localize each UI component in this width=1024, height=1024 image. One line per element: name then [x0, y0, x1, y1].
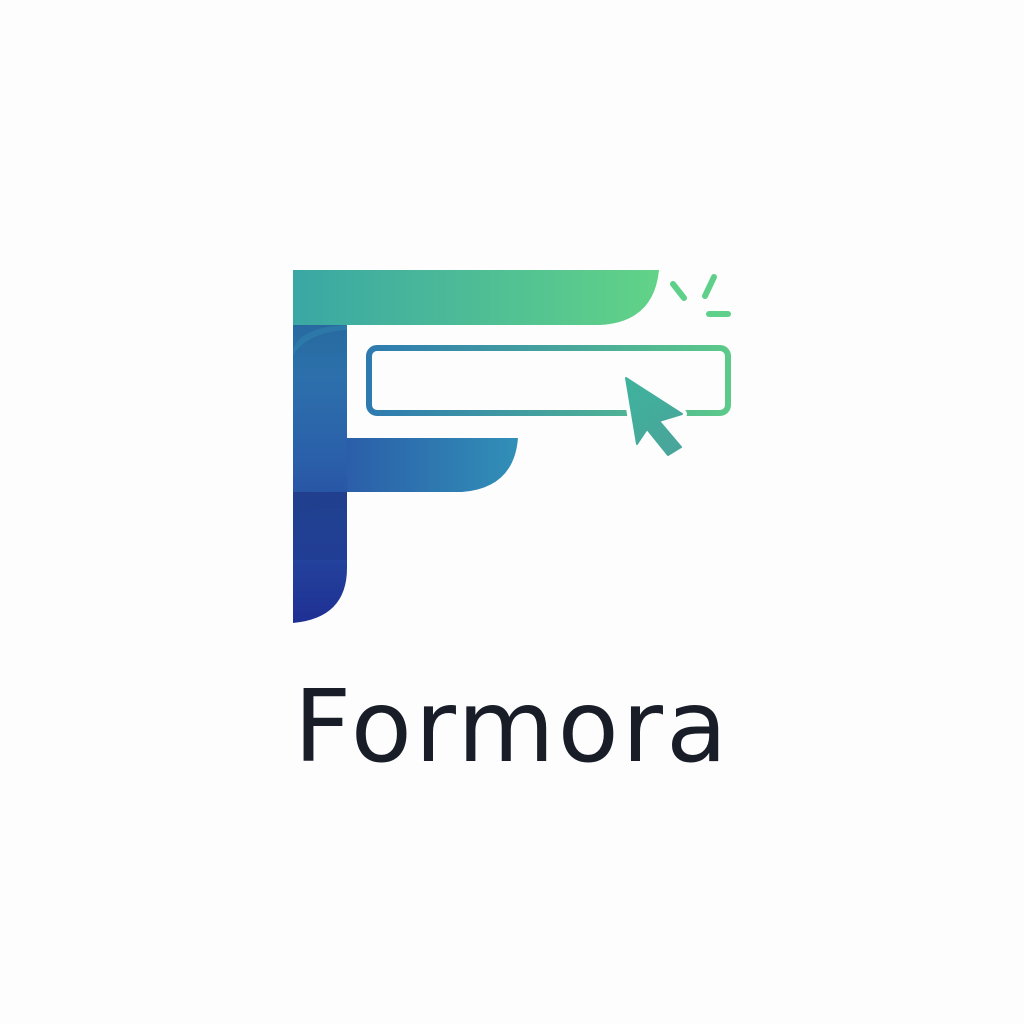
logo-mark [293, 270, 731, 623]
letter-f-icon [293, 270, 659, 623]
cursor-arrow-icon [621, 373, 687, 460]
brand-name: Formora [293, 668, 731, 785]
click-spark-icon [670, 274, 731, 317]
logo-canvas: Formora [0, 0, 1024, 1024]
